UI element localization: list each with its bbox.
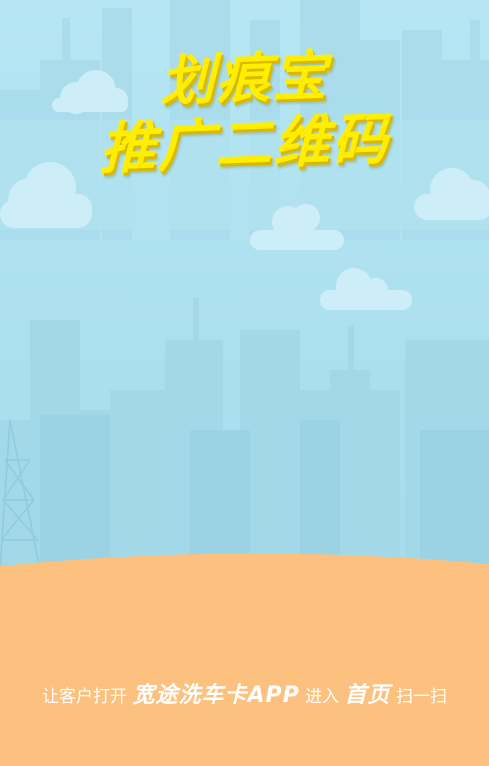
instruction-suffix: 扫一扫 [395, 687, 447, 707]
instruction-middle: 进入 [305, 687, 340, 707]
instruction-app-name: 宽途洗车卡APP [132, 683, 300, 708]
instruction-target: 首页 [344, 683, 391, 708]
cloud [250, 204, 344, 250]
city-skyline [0, 298, 489, 570]
instruction-prefix: 让客户打开 [42, 687, 128, 707]
ground [0, 553, 489, 766]
cloud [320, 268, 412, 310]
instruction-text: 让客户打开 宽途洗车卡APP 进入 首页 扫一扫 [0, 677, 489, 709]
